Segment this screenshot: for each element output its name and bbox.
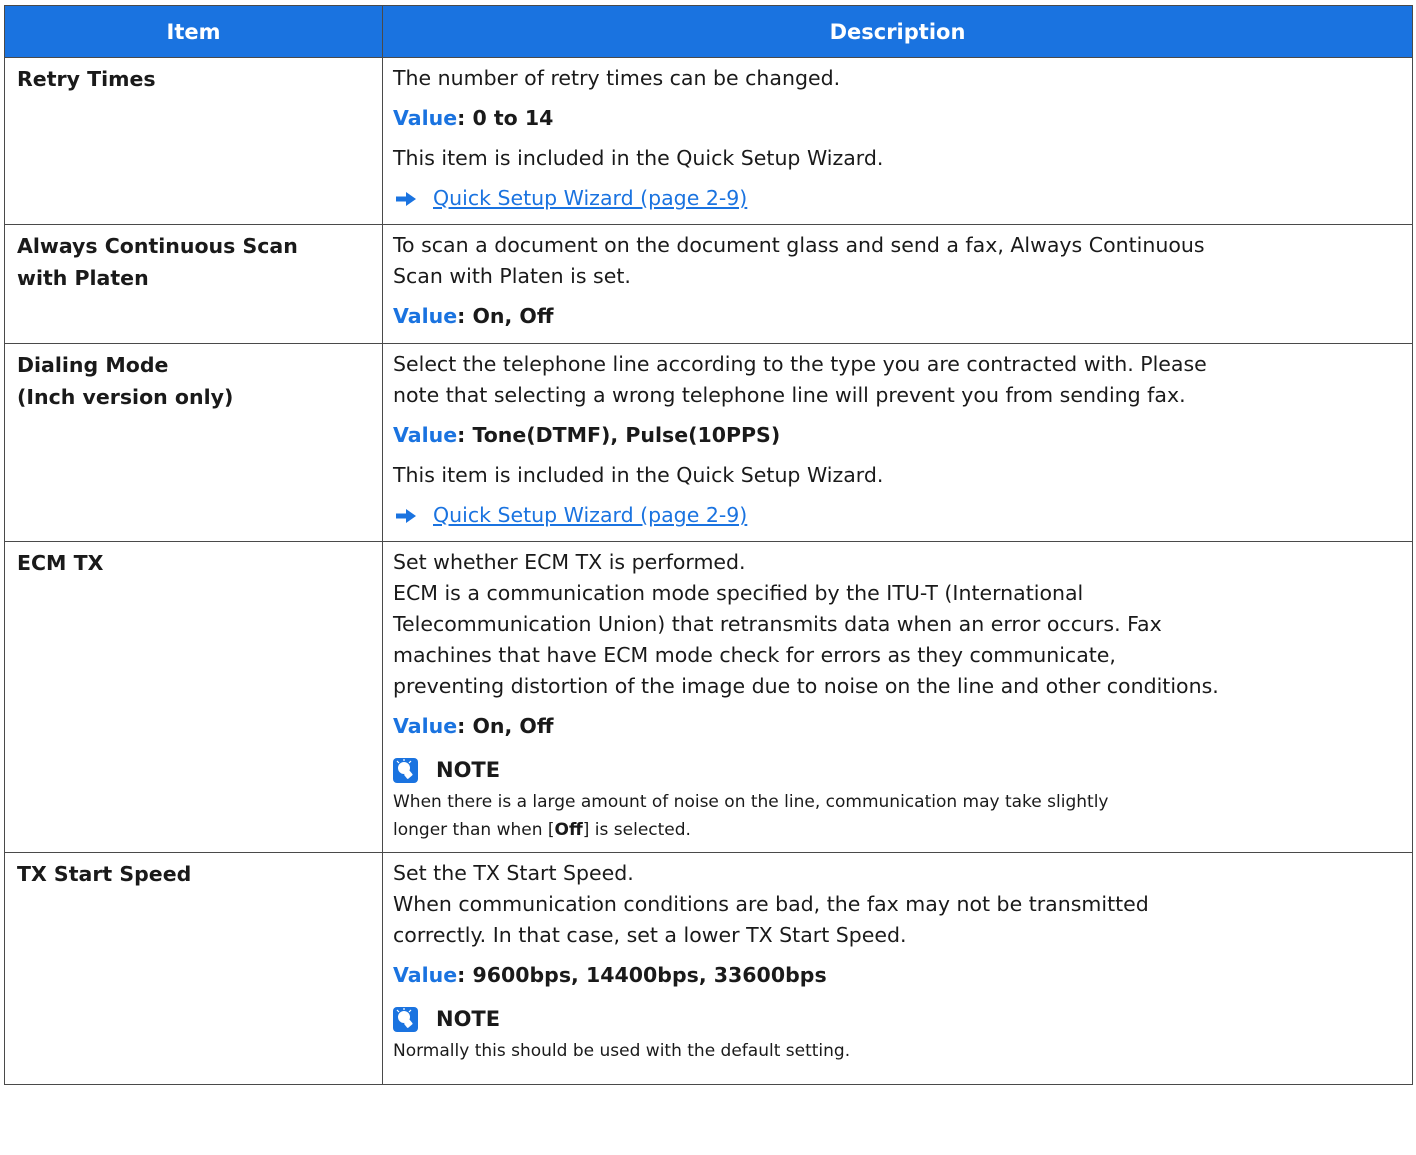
column-header-description: Description [382, 5, 1413, 58]
item-description: Select the telephone line according to t… [382, 343, 1413, 542]
item-name: Always Continuous Scan with Platen [4, 224, 383, 344]
value-label: Value [393, 714, 458, 738]
value-line: Value: On, Off [393, 711, 1402, 742]
table-row-retry-times: Retry Times The number of retry times ca… [4, 57, 1413, 225]
description-text: Select the telephone line according to t… [393, 352, 1207, 376]
column-header-item: Item [4, 5, 383, 58]
value-line: Value: 0 to 14 [393, 103, 1402, 134]
quick-setup-wizard-link[interactable]: Quick Setup Wizard (page 2-9) [433, 183, 747, 214]
item-name: ECM TX [4, 541, 383, 853]
description-text: correctly. In that case, set a lower TX … [393, 923, 907, 947]
description-text: Telecommunication Union) that retransmit… [393, 612, 1162, 636]
item-name: Retry Times [4, 57, 383, 225]
value-label: Value [393, 423, 458, 447]
note-header: NOTE [393, 1003, 1402, 1035]
item-description: The number of retry times can be changed… [382, 57, 1413, 225]
table-row-always-continuous-scan: Always Continuous Scan with Platen To sc… [4, 224, 1413, 344]
description-text: note that selecting a wrong telephone li… [393, 383, 1186, 407]
description-text: The number of retry times can be changed… [393, 66, 841, 90]
item-name: Dialing Mode (Inch version only) [4, 343, 383, 542]
description-text: preventing distortion of the image due t… [393, 674, 1219, 698]
description-text: machines that have ECM mode check for er… [393, 643, 1116, 667]
description-text: Scan with Platen is set. [393, 264, 631, 288]
value-text: : Tone(DTMF), Pulse(10PPS) [457, 423, 781, 447]
value-text: : On, Off [457, 304, 554, 328]
value-text: : 9600bps, 14400bps, 33600bps [457, 963, 827, 987]
note-text: When there is a large amount of noise on… [393, 788, 1402, 844]
arrow-right-icon [396, 508, 416, 523]
cross-reference: Quick Setup Wizard (page 2-9) [393, 183, 1402, 214]
note-line: longer than when [Off] is selected. [393, 816, 1402, 844]
description-text: Set the TX Start Speed. [393, 861, 634, 885]
item-description: To scan a document on the document glass… [382, 224, 1413, 344]
item-name-line: with Platen [17, 266, 149, 290]
table-row-ecm-tx: ECM TX Set whether ECM TX is performed. … [4, 541, 1413, 853]
description-text: Set whether ECM TX is performed. [393, 550, 746, 574]
note-line: When there is a large amount of noise on… [393, 792, 1109, 812]
note-box: NOTE Normally this should be used with t… [393, 1003, 1402, 1065]
lightbulb-icon [393, 1006, 418, 1032]
note-text-bold: Off [554, 820, 583, 840]
description-text: To scan a document on the document glass… [393, 233, 1205, 257]
item-name: TX Start Speed [4, 852, 383, 1085]
description-text: ECM is a communication mode specified by… [393, 581, 1084, 605]
item-name-line: Dialing Mode [17, 353, 169, 377]
quick-setup-wizard-link[interactable]: Quick Setup Wizard (page 2-9) [433, 500, 747, 531]
arrow-right-icon [396, 191, 416, 206]
item-description: Set whether ECM TX is performed. ECM is … [382, 541, 1413, 853]
value-line: Value: On, Off [393, 301, 1402, 332]
note-box: NOTE When there is a large amount of noi… [393, 754, 1402, 844]
lightbulb-icon [393, 757, 418, 783]
table-header-row: Item Description [4, 5, 1413, 58]
note-title: NOTE [436, 758, 501, 782]
description-text: This item is included in the Quick Setup… [393, 146, 884, 170]
note-text-part: longer than when [ [393, 820, 555, 840]
description-text: When communication conditions are bad, t… [393, 892, 1149, 916]
value-text: : On, Off [457, 714, 554, 738]
description-text: This item is included in the Quick Setup… [393, 463, 884, 487]
value-label: Value [393, 304, 458, 328]
note-text: Normally this should be used with the de… [393, 1041, 851, 1061]
note-text-part: ] is selected. [582, 820, 691, 840]
value-text: : 0 to 14 [457, 106, 554, 130]
item-description: Set the TX Start Speed. When communicati… [382, 852, 1413, 1085]
note-title: NOTE [436, 1007, 501, 1031]
cross-reference: Quick Setup Wizard (page 2-9) [393, 500, 1402, 531]
note-header: NOTE [393, 754, 1402, 786]
value-line: Value: 9600bps, 14400bps, 33600bps [393, 960, 1402, 991]
item-name-line: Always Continuous Scan [17, 234, 298, 258]
item-name-line: (Inch version only) [17, 385, 234, 409]
value-label: Value [393, 106, 458, 130]
value-label: Value [393, 963, 458, 987]
settings-table: Item Description Retry Times The number … [4, 5, 1413, 1085]
value-line: Value: Tone(DTMF), Pulse(10PPS) [393, 420, 1402, 451]
table-row-dialing-mode: Dialing Mode (Inch version only) Select … [4, 343, 1413, 542]
table-row-tx-start-speed: TX Start Speed Set the TX Start Speed. W… [4, 852, 1413, 1085]
